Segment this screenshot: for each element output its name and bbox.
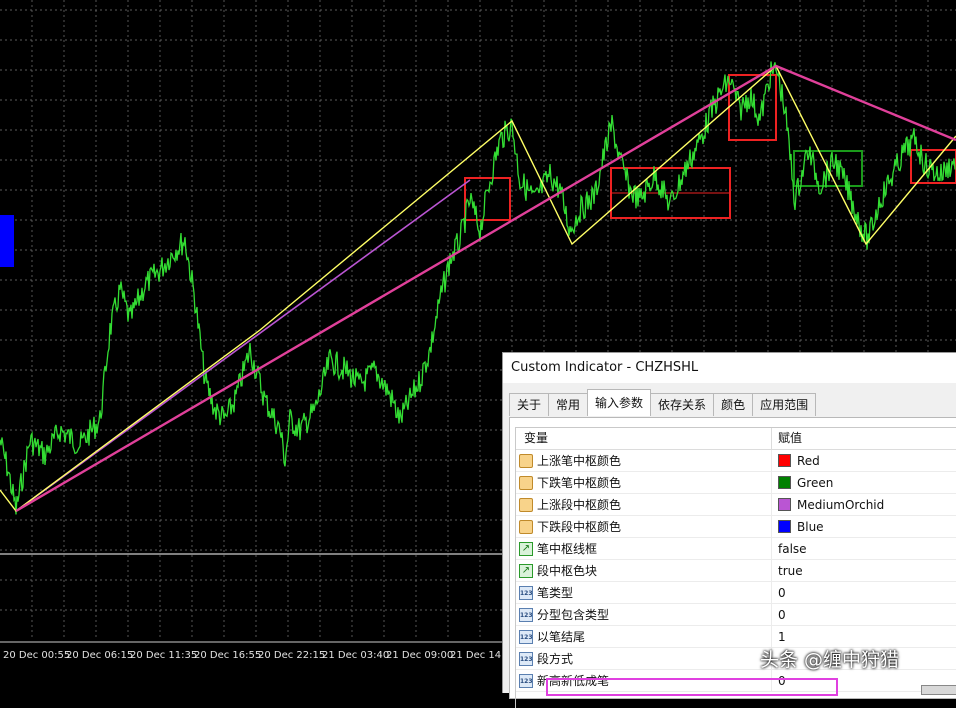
param-row[interactable]: ↗ 笔中枢线框 false [516, 538, 956, 560]
param-row[interactable]: 123 分型包含类型 0 [516, 604, 956, 626]
param-value: 0 [778, 585, 786, 600]
tab-dependencies[interactable]: 依存关系 [650, 393, 715, 416]
param-name: 笔中枢线框 [537, 542, 598, 556]
color-swatch [778, 476, 791, 489]
tab-common[interactable]: 常用 [548, 393, 589, 416]
zhongshu-boxes [464, 74, 956, 221]
scroll-stub[interactable] [921, 685, 956, 695]
param-value: false [778, 541, 807, 556]
dialog-title: Custom Indicator - CHZHSHL [503, 353, 956, 383]
param-name-cell: 123 笔类型 [516, 582, 772, 603]
x-axis-label: 21 Dec 03:40 [322, 650, 389, 661]
param-name: 以笔结尾 [537, 630, 586, 644]
param-name: 分型包含类型 [537, 608, 610, 622]
param-name: 下跌段中枢颜色 [537, 520, 622, 534]
color-param-icon [519, 497, 533, 512]
blue-zone-marker [0, 215, 14, 267]
param-name-cell: ↗ 笔中枢线框 [516, 538, 772, 559]
param-value-cell[interactable]: 0 [772, 604, 786, 625]
bool-param-icon: ↗ [519, 563, 533, 578]
param-value-cell[interactable]: Blue [772, 516, 824, 537]
param-name: 下跌笔中枢颜色 [537, 476, 622, 490]
x-axis-label: 20 Dec 06:15 [66, 650, 133, 661]
x-axis-label: 21 Dec 09:00 [386, 650, 453, 661]
tab-visualization[interactable]: 应用范围 [752, 393, 817, 416]
integer-icon: 123 [519, 651, 533, 666]
integer-icon: 123 [519, 673, 533, 688]
param-value: MediumOrchid [797, 497, 885, 512]
column-value[interactable]: 赋值 [772, 428, 802, 449]
param-value-cell[interactable]: true [772, 560, 803, 581]
param-name-cell: 下跌笔中枢颜色 [516, 472, 772, 493]
param-name-cell: ↗ 段中枢色块 [516, 560, 772, 581]
param-value: true [778, 563, 803, 578]
x-axis-label: 20 Dec 00:55 [3, 650, 70, 661]
grid-header: 变量 赋值 [516, 428, 956, 450]
integer-icon: 123 [519, 607, 533, 622]
x-axis-labels: 20 Dec 00:5520 Dec 06:1520 Dec 11:3520 D… [3, 650, 511, 661]
param-name-cell: 123 以笔结尾 [516, 626, 772, 647]
param-row[interactable]: 上涨笔中枢颜色 Red [516, 450, 956, 472]
param-row[interactable]: 下跌段中枢颜色 Blue [516, 516, 956, 538]
param-value-cell[interactable]: Green [772, 472, 833, 493]
param-name-cell: 下跌段中枢颜色 [516, 516, 772, 537]
integer-icon: 123 [519, 629, 533, 644]
tab-inputs[interactable]: 输入参数 [587, 389, 652, 416]
param-value-cell[interactable]: MediumOrchid [772, 494, 884, 515]
param-name: 段中枢色块 [537, 564, 598, 578]
watermark: 头条 @缠中狩猎 [760, 649, 900, 671]
param-name-cell: 123 段方式 [516, 648, 772, 669]
param-value: Green [797, 475, 834, 490]
param-value-cell[interactable]: Red [772, 450, 820, 471]
tab-about[interactable]: 关于 [509, 393, 550, 416]
param-name: 笔类型 [537, 586, 574, 600]
param-name: 段方式 [537, 652, 574, 666]
param-row[interactable]: 下跌笔中枢颜色 Green [516, 472, 956, 494]
tab-colors[interactable]: 颜色 [713, 393, 754, 416]
integer-icon: 123 [519, 585, 533, 600]
param-value: 1 [778, 629, 786, 644]
param-row[interactable]: 上涨段中枢颜色 MediumOrchid [516, 494, 956, 516]
param-name-cell: 上涨笔中枢颜色 [516, 450, 772, 471]
param-name: 上涨段中枢颜色 [537, 498, 622, 512]
param-name-cell: 上涨段中枢颜色 [516, 494, 772, 515]
bool-param-icon: ↗ [519, 541, 533, 556]
color-swatch [778, 498, 791, 511]
param-value: 0 [778, 607, 786, 622]
param-row[interactable]: ↗ 段中枢色块 true [516, 560, 956, 582]
param-name: 上涨笔中枢颜色 [537, 454, 622, 468]
x-axis-label: 20 Dec 11:35 [130, 650, 197, 661]
x-axis-label: 20 Dec 16:55 [194, 650, 261, 661]
column-variable[interactable]: 变量 [516, 428, 772, 449]
param-row[interactable]: 123 笔类型 0 [516, 582, 956, 604]
indicator-dialog[interactable]: Custom Indicator - CHZHSHL 关于 常用 输入参数 依存… [502, 352, 956, 708]
color-param-icon [519, 519, 533, 534]
color-param-icon [519, 453, 533, 468]
x-axis-label: 20 Dec 22:15 [258, 650, 325, 661]
color-param-icon [519, 475, 533, 490]
color-swatch [778, 454, 791, 467]
param-value: Red [797, 453, 820, 468]
param-name-cell: 123 分型包含类型 [516, 604, 772, 625]
highlight-box [546, 678, 838, 696]
param-value-cell[interactable]: 0 [772, 582, 786, 603]
param-value-cell[interactable]: 1 [772, 626, 786, 647]
param-value: Blue [797, 519, 824, 534]
dialog-tabs: 关于 常用 输入参数 依存关系 颜色 应用范围 [509, 389, 817, 417]
param-value-cell[interactable]: false [772, 538, 807, 559]
color-swatch [778, 520, 791, 533]
